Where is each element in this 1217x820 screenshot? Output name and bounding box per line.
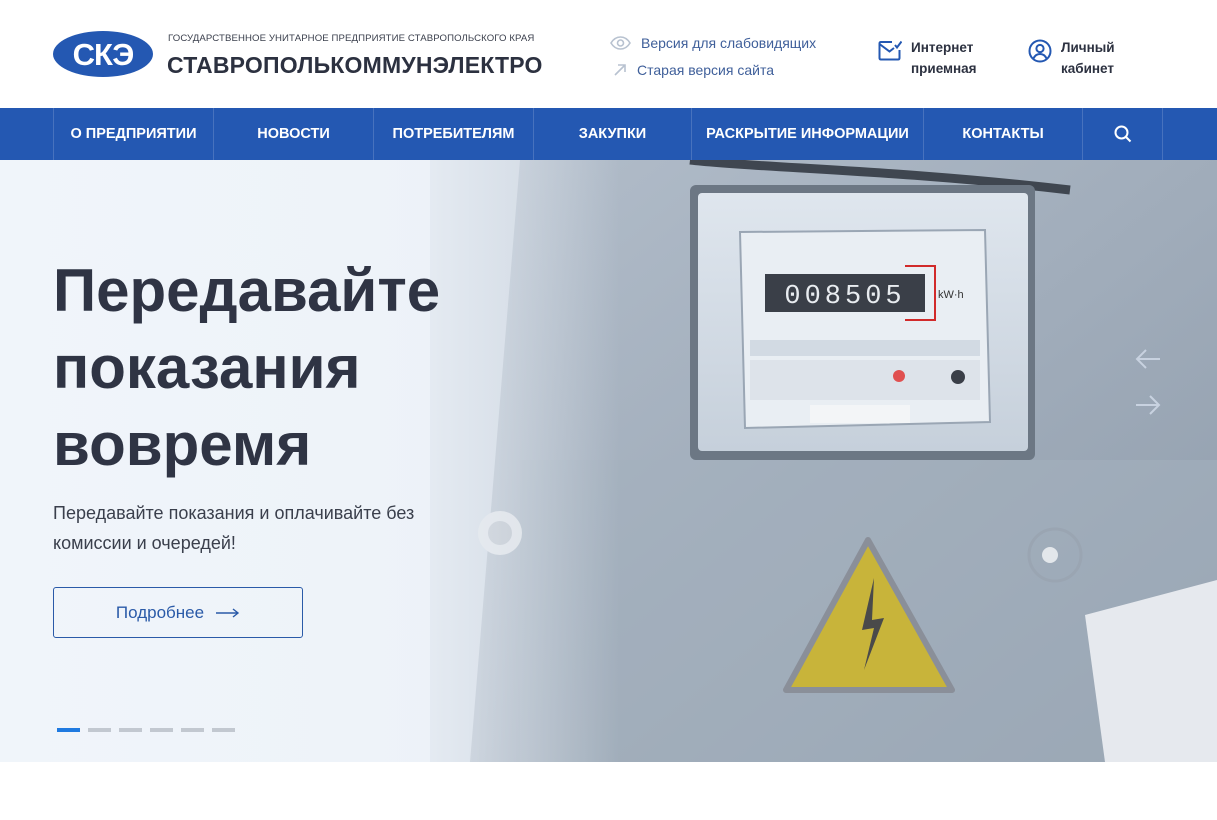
main-navigation: О ПРЕДПРИЯТИИ НОВОСТИ ПОТРЕБИТЕЛЯМ ЗАКУП…: [0, 108, 1217, 160]
hero-slider: 008505 kW·h Передавайте показания воврем…: [0, 160, 1217, 762]
hero-description: Передавайте показания и оплачивайте без …: [53, 503, 415, 553]
hero-title: Передавайте показания вовремя: [53, 252, 553, 483]
internet-reception-link[interactable]: Интернет приемная: [878, 37, 977, 79]
nav-item-purchases[interactable]: ЗАКУПКИ: [533, 108, 691, 160]
org-name[interactable]: СТАВРОПОЛЬКОММУНЭЛЕКТРО: [167, 52, 543, 79]
personal-account-link[interactable]: Личный кабинет: [1028, 37, 1115, 79]
slider-dot[interactable]: [181, 728, 204, 732]
nav-search-button[interactable]: [1082, 108, 1163, 160]
accessibility-version-link[interactable]: Версия для слабовидящих: [610, 35, 816, 51]
reception-line1: Интернет: [911, 40, 974, 55]
slider-next-button[interactable]: [1135, 394, 1161, 421]
more-details-label: Подробнее: [115, 602, 205, 622]
nav-item-consumers[interactable]: ПОТРЕБИТЕЛЯМ: [373, 108, 533, 160]
search-icon: [1114, 125, 1131, 143]
accessibility-version-label: Версия для слабовидящих: [641, 35, 817, 51]
slider-dot[interactable]: [150, 728, 173, 732]
arrow-up-right-icon: [614, 64, 626, 76]
svg-text:СКЭ: СКЭ: [73, 37, 134, 72]
old-version-label: Старая версия сайта: [637, 62, 774, 78]
meter-unit-text: kW·h: [938, 289, 964, 301]
arrow-right-icon: [216, 607, 240, 618]
nav-item-contacts[interactable]: КОНТАКТЫ: [923, 108, 1082, 160]
slider-prev-button[interactable]: [1135, 348, 1161, 375]
meter-reading-text: 008505: [784, 282, 905, 312]
cabinet-line1: Личный: [1061, 40, 1115, 55]
slider-dot[interactable]: [119, 728, 142, 732]
nav-item-disclosure[interactable]: РАСКРЫТИЕ ИНФОРМАЦИИ: [691, 108, 923, 160]
mail-icon: [878, 40, 902, 61]
nav-item-about[interactable]: О ПРЕДПРИЯТИИ: [53, 108, 213, 160]
hero-title-line: показания: [53, 334, 361, 401]
more-details-button[interactable]: Подробнее: [53, 587, 303, 638]
old-version-link[interactable]: Старая версия сайта: [613, 62, 774, 78]
user-icon: [1028, 39, 1052, 63]
slider-dot[interactable]: [88, 728, 111, 732]
slider-pagination: [57, 728, 243, 732]
nav-item-news[interactable]: НОВОСТИ: [213, 108, 373, 160]
site-header: СКЭ ГОСУДАРСТВЕННОЕ УНИТАРНОЕ ПРЕДПРИЯТИ…: [0, 0, 1217, 108]
slider-dot[interactable]: [57, 728, 80, 732]
eye-icon: [610, 36, 631, 50]
arrow-right-icon: [1136, 395, 1161, 415]
company-logo[interactable]: СКЭ: [52, 30, 154, 78]
arrow-left-icon: [1135, 349, 1160, 369]
slider-dot[interactable]: [212, 728, 235, 732]
hero-title-line: вовремя: [53, 411, 312, 478]
org-subtitle: ГОСУДАРСТВЕННОЕ УНИТАРНОЕ ПРЕДПРИЯТИЕ СТ…: [168, 33, 535, 44]
hero-title-line: Передавайте: [53, 257, 441, 324]
cabinet-line2: кабинет: [1061, 61, 1114, 76]
reception-line2: приемная: [911, 61, 977, 76]
